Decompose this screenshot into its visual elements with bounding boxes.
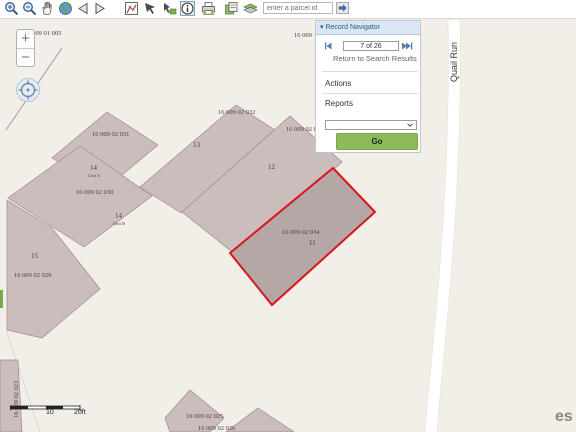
return-to-search-results-link[interactable]: Return to Search Results	[333, 54, 417, 63]
parcel-label: 16 009 02 025	[186, 413, 223, 420]
road-label: Quail Run	[449, 42, 459, 82]
reports-label: Reports	[325, 99, 354, 108]
unit-label: Unit A	[88, 173, 101, 178]
basemap-icon[interactable]	[224, 1, 239, 16]
last-record-icon[interactable]	[401, 41, 413, 51]
measure-icon[interactable]	[162, 1, 177, 16]
lot-number: 14	[115, 212, 123, 220]
zoom-in-button[interactable]: +	[17, 30, 34, 49]
parcel-label: 16 009 02 029	[14, 272, 51, 279]
print-icon[interactable]	[201, 1, 216, 16]
lot-number: 14	[90, 164, 98, 172]
record-navigator-panel: ▾ Record Navigator 7 of 26 Return to Sea…	[315, 20, 421, 153]
record-navigator-title: Record Navigator	[325, 24, 380, 31]
scale-bar: 10 20ft	[9, 404, 92, 426]
info-icon[interactable]	[180, 1, 195, 16]
scale-label-10: 10	[46, 409, 54, 416]
record-navigator-header[interactable]: ▾ Record Navigator	[316, 21, 420, 35]
esri-logo: es	[555, 408, 573, 425]
zoom-out-button[interactable]: −	[17, 49, 34, 67]
divider	[322, 71, 418, 72]
lot-number: 11	[309, 239, 316, 247]
record-navigator-row: 7 of 26	[324, 41, 418, 51]
parcel-label: 16 009 02 026	[198, 425, 236, 432]
locate-me-icon[interactable]	[15, 77, 41, 103]
layers-icon[interactable]	[243, 1, 258, 16]
reports-select[interactable]	[325, 120, 417, 130]
search-go-arrow-icon[interactable]	[336, 2, 349, 14]
select-arrow-icon[interactable]	[143, 1, 158, 16]
first-record-icon[interactable]	[324, 41, 334, 51]
parcel-label: 16 009 02 030	[76, 189, 113, 196]
parcel-label: 16 009 02 034	[282, 229, 320, 236]
zoom-in-icon[interactable]	[4, 1, 19, 16]
parcel-id-search-input[interactable]	[263, 2, 333, 14]
parcel-label: 16 009	[294, 32, 312, 39]
lot-number: 13	[193, 141, 201, 149]
record-position-field[interactable]: 7 of 26	[343, 41, 399, 51]
back-arrow-icon[interactable]	[76, 1, 91, 16]
zoom-out-icon[interactable]	[22, 1, 37, 16]
unit-label: Unit B	[113, 221, 125, 226]
side-panel-tab[interactable]	[0, 290, 3, 308]
globe-icon[interactable]	[58, 1, 73, 16]
actions-menu[interactable]: Actions	[325, 79, 351, 88]
scale-label-20ft: 20ft	[74, 409, 86, 416]
lot-number: 15	[31, 252, 39, 260]
divider	[322, 93, 418, 94]
zoom-control: + −	[16, 29, 35, 67]
parcel-label: 16 009 02 032	[218, 109, 255, 116]
pan-hand-icon[interactable]	[40, 1, 55, 16]
forward-arrow-icon[interactable]	[92, 1, 107, 16]
parcel-label: 16 009 02 031	[92, 131, 129, 138]
go-button[interactable]: Go	[336, 133, 418, 150]
identify-icon[interactable]	[124, 1, 139, 16]
map-toolbar	[0, 0, 576, 19]
parcel-map[interactable]: Quail Run 16 009 01 005 16 009 16 009 02…	[0, 0, 576, 432]
lot-number: 12	[268, 163, 276, 171]
